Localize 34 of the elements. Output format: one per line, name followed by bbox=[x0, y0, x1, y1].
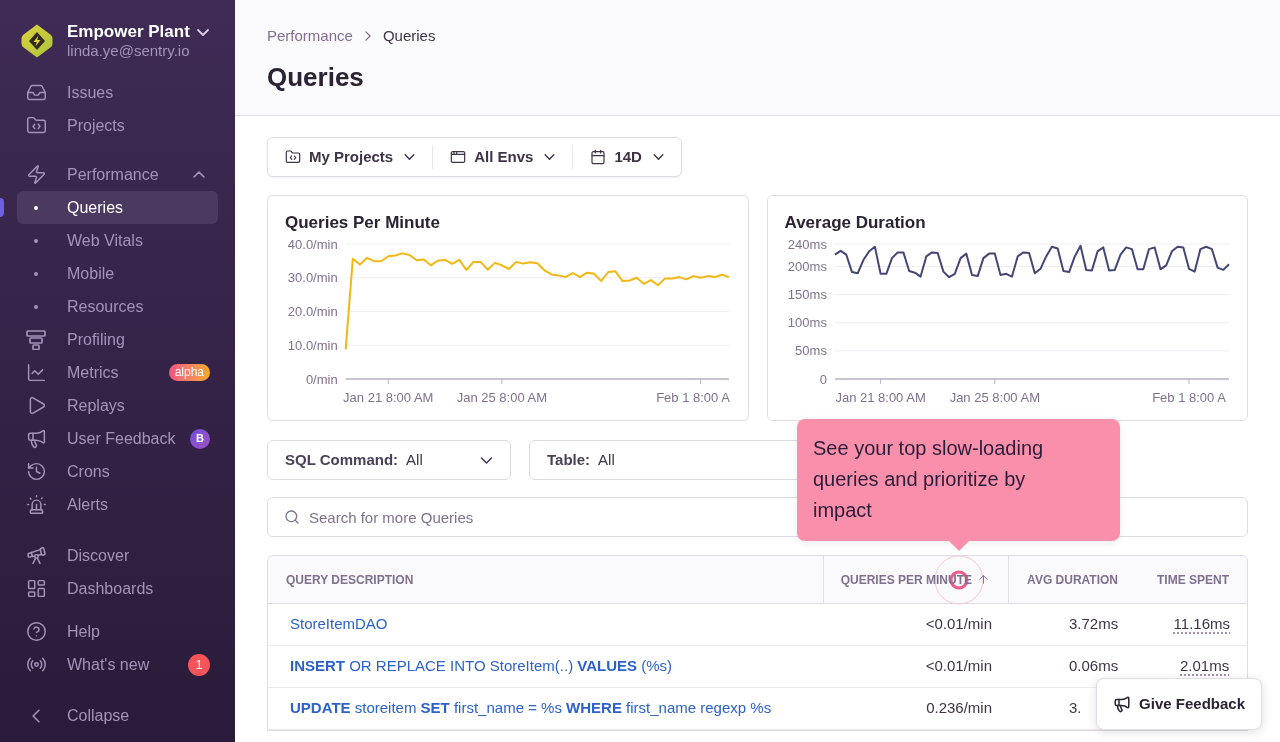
axis-label: Feb 1 8:00 A bbox=[656, 390, 730, 405]
axis-label: 0 bbox=[819, 371, 827, 387]
table-cell: 3. bbox=[1069, 699, 1082, 717]
axis-label: 20.0/min bbox=[287, 304, 338, 319]
breadcrumb-current: Queries bbox=[382, 25, 436, 46]
axis-label: Jan 21 8:00 AM bbox=[834, 390, 926, 405]
axis-label: 240ms bbox=[787, 236, 827, 252]
axis-label: 150ms bbox=[787, 287, 827, 303]
axis-label: 40.0/min bbox=[287, 236, 338, 252]
table-cell: 0.236/min bbox=[926, 699, 992, 717]
axis-label: 50ms bbox=[794, 343, 827, 359]
axis-label: Feb 1 8:00 A bbox=[1151, 390, 1226, 405]
axis-label: 30.0/min bbox=[287, 270, 338, 286]
axis-label: 200ms bbox=[787, 259, 827, 274]
feature-tag: alpha bbox=[168, 364, 210, 381]
table-cell: <0.01/min bbox=[925, 657, 992, 675]
tour-tooltip: See your top slow-loading queries and prioritize by impact bbox=[797, 419, 1120, 541]
table-cell: 11.16ms bbox=[1173, 615, 1230, 633]
page-title: Queries bbox=[267, 61, 365, 93]
axis-label: Jan 25 8:00 AM bbox=[949, 390, 1040, 405]
axis-label: 0/min bbox=[305, 371, 338, 387]
axis-label: Jan 25 8:00 AM bbox=[456, 390, 548, 405]
notification-count: 1 bbox=[188, 653, 210, 676]
axis-label: 100ms bbox=[787, 315, 827, 331]
axis-label: 10.0/min bbox=[287, 337, 338, 353]
chart-title: Queries Per Minute bbox=[285, 212, 441, 234]
user-email: linda.ye@sentry.io bbox=[67, 42, 191, 60]
beta-badge: B bbox=[190, 428, 210, 449]
table-cell: <0.01/min bbox=[925, 615, 992, 633]
chart-title: Average Duration bbox=[784, 212, 927, 234]
axis-label: Jan 21 8:00 AM bbox=[343, 390, 434, 405]
table-cell: 3.72ms bbox=[1069, 615, 1119, 633]
table-cell: 0.06ms bbox=[1069, 657, 1119, 675]
table-cell: 2.01ms bbox=[1180, 657, 1230, 675]
